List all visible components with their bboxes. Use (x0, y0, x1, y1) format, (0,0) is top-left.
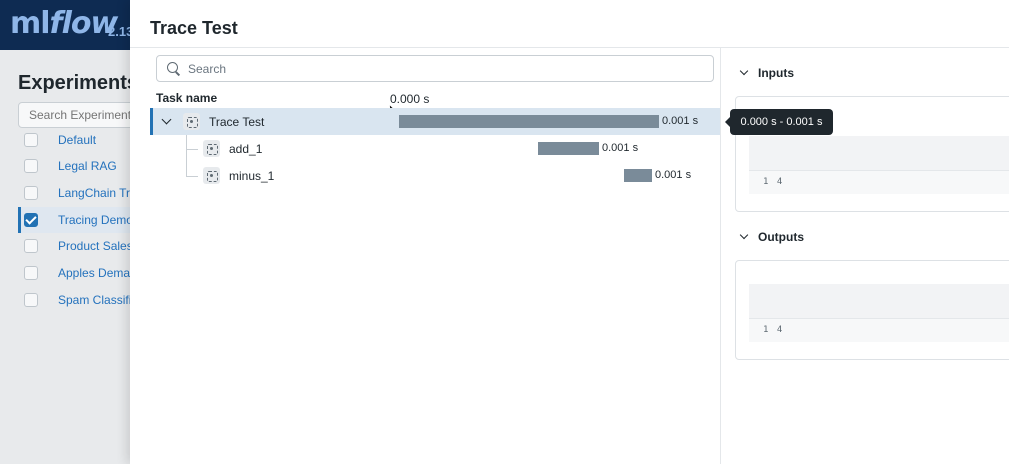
checkbox[interactable] (24, 266, 38, 280)
outputs-section-title[interactable]: Outputs (758, 230, 804, 244)
span-duration-label: 0.001 s (655, 169, 692, 181)
experiment-label: Tracing Demo (58, 213, 133, 227)
span-icon (203, 167, 220, 184)
drawer-title: Trace Test (150, 18, 238, 38)
checkbox[interactable] (24, 186, 38, 200)
span-name: Trace Test (209, 115, 265, 129)
experiment-label: Apples Deman (58, 266, 137, 280)
experiment-item-legal-rag[interactable]: Legal RAG (18, 153, 148, 179)
span-name: minus_1 (229, 169, 275, 183)
checkbox-checked-icon[interactable] (24, 213, 38, 227)
divider (130, 47, 1009, 48)
column-header-task-name: Task name (156, 91, 218, 105)
experiment-label: Product Sales (58, 239, 133, 253)
experiment-label: Spam Classifie (58, 293, 139, 307)
outputs-code-header (749, 284, 1009, 318)
search-icon (167, 62, 180, 75)
column-header-time-start: 0.000 s (390, 92, 430, 106)
mlflow-logo[interactable]: mlflow (10, 6, 118, 41)
experiments-search-input[interactable] (18, 102, 148, 128)
experiment-label: Legal RAG (58, 159, 117, 173)
span-duration-bar[interactable] (624, 169, 652, 182)
span-icon (203, 140, 220, 157)
outputs-code-line: 1 4 (749, 318, 1009, 342)
experiment-item-default[interactable]: Default (18, 127, 148, 153)
span-time-tooltip: 0.000 s - 0.001 s (725, 109, 833, 135)
experiment-label: Default (58, 133, 97, 147)
experiment-item-apples-demand[interactable]: Apples Deman (18, 260, 148, 286)
span-row-add-1[interactable]: add_1 0.001 s (150, 135, 720, 162)
inputs-section-title[interactable]: Inputs (758, 66, 794, 80)
experiment-item-spam-classifier[interactable]: Spam Classifie (18, 287, 148, 313)
checkbox[interactable] (24, 239, 38, 253)
span-duration-label: 0.001 s (602, 142, 639, 154)
checkbox[interactable] (24, 159, 38, 173)
checkbox[interactable] (24, 133, 38, 147)
inputs-code-header (749, 136, 1009, 170)
span-row-minus-1[interactable]: minus_1 0.001 s (150, 162, 720, 189)
experiment-item-langchain[interactable]: LangChain Tra (18, 180, 148, 206)
panel-divider[interactable] (720, 47, 721, 464)
span-duration-bar[interactable] (399, 115, 659, 128)
span-name: add_1 (229, 142, 263, 156)
span-duration-bar[interactable] (538, 142, 599, 155)
span-search-input[interactable] (188, 61, 688, 76)
experiment-item-tracing-demo[interactable]: Tracing Demo (18, 207, 148, 233)
span-icon (183, 113, 200, 130)
chevron-down-icon[interactable] (161, 114, 172, 125)
checkbox[interactable] (24, 293, 38, 307)
experiment-item-product-sales[interactable]: Product Sales (18, 233, 148, 259)
trace-drawer: Trace Test Task name 0.000 s Trace Test … (130, 0, 1009, 464)
span-row-trace-test[interactable]: Trace Test 0.001 s (150, 108, 720, 135)
span-duration-label: 0.001 s (662, 115, 699, 127)
logo-ml-text: ml (10, 6, 51, 41)
inputs-code-line: 1 4 (749, 170, 1009, 194)
experiments-title: Experiments (18, 72, 139, 94)
experiment-label: LangChain Tra (58, 186, 137, 200)
span-search-box[interactable] (156, 55, 714, 82)
